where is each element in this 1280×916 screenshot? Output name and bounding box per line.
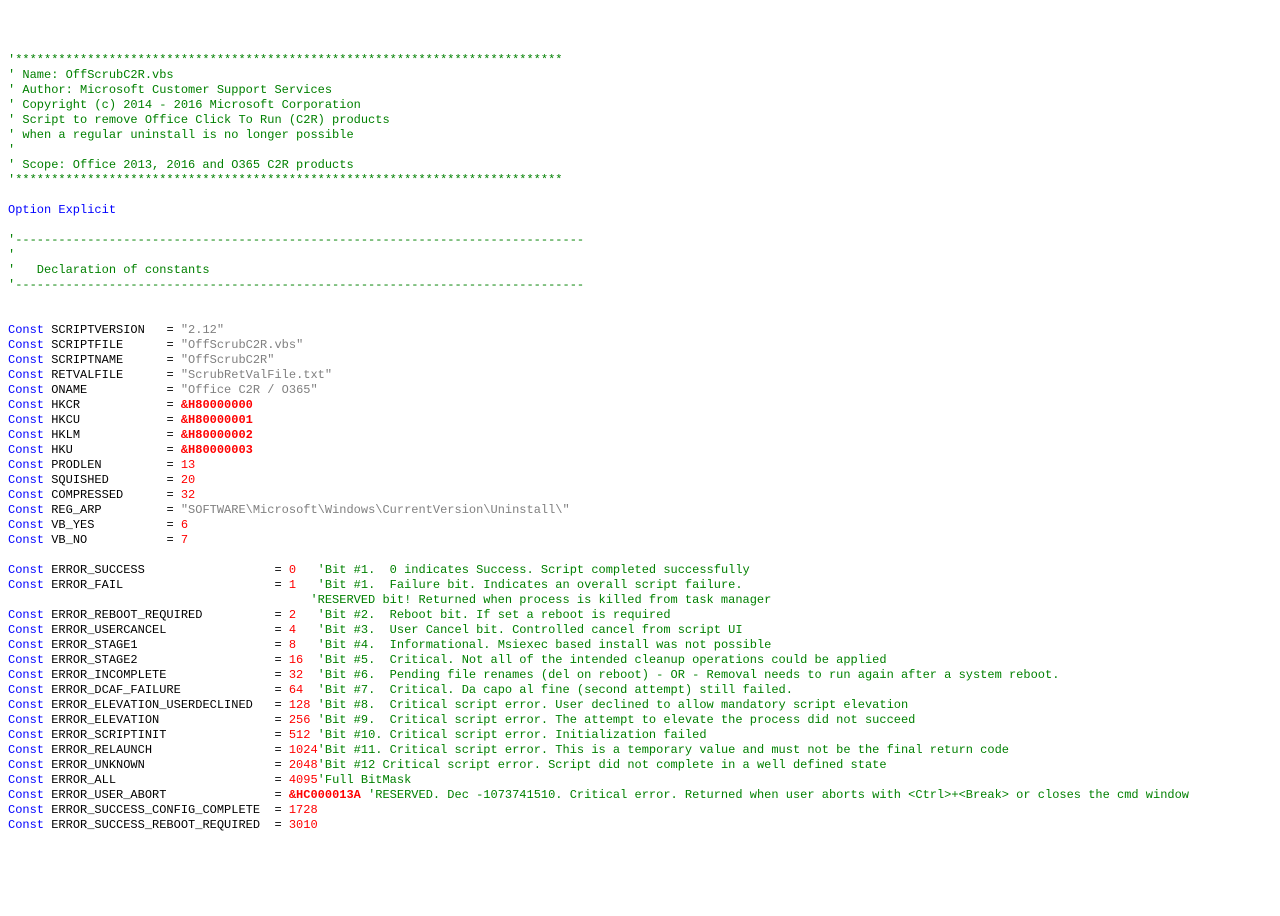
code-view: '***************************************… [8,53,1272,833]
